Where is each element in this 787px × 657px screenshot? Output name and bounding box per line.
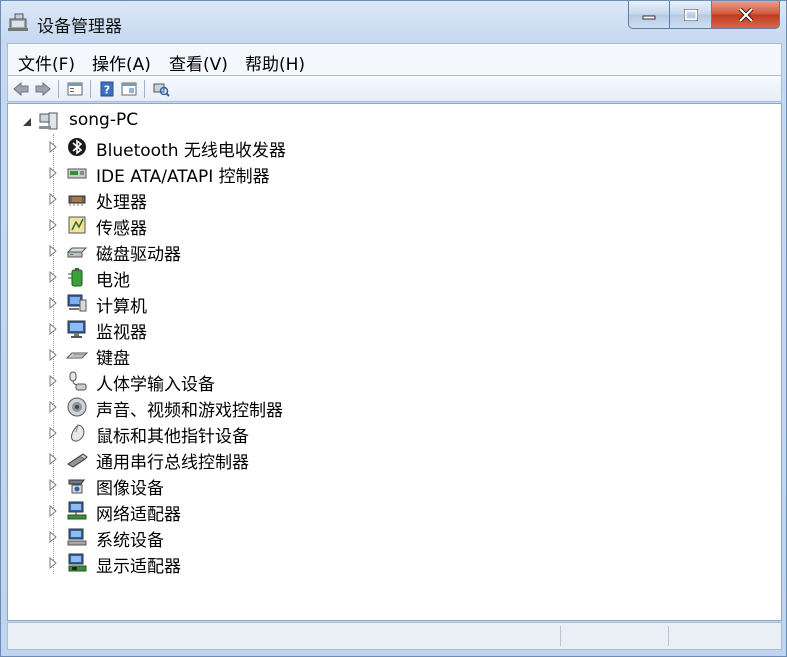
computer-root-icon: [39, 112, 58, 130]
properties-icon[interactable]: [66, 80, 84, 98]
menu-file[interactable]: 文件(F): [18, 50, 75, 75]
forward-arrow-icon[interactable]: [34, 80, 52, 98]
toolbar: ?: [7, 75, 782, 102]
tree-item-label[interactable]: 计算机: [96, 292, 147, 317]
display-adapter-icon: [68, 553, 87, 572]
title-bar[interactable]: 设备管理器: [1, 1, 786, 41]
expand-triangle-icon[interactable]: [48, 557, 58, 569]
expand-triangle-icon[interactable]: [48, 531, 58, 543]
processor-icon: [68, 195, 86, 206]
svg-text:?: ?: [104, 84, 110, 97]
scan-hardware-icon[interactable]: [152, 80, 170, 98]
device-manager-app-icon: [8, 13, 28, 31]
device-tree[interactable]: song-PC Bluetooth 无线电收发器 IDE ATA/ATAPI 控制…: [7, 103, 782, 621]
tree-item-label[interactable]: 鼠标和其他指针设备: [96, 422, 249, 447]
expand-triangle-icon[interactable]: [48, 375, 58, 387]
minimize-button[interactable]: [628, 1, 670, 29]
status-divider: [668, 626, 669, 646]
close-icon: [738, 7, 753, 22]
sensor-icon: [68, 216, 86, 234]
expand-triangle-icon[interactable]: [48, 427, 58, 439]
expand-triangle-icon[interactable]: [48, 349, 58, 361]
expand-triangle-icon[interactable]: [48, 505, 58, 517]
expand-triangle-icon[interactable]: [48, 245, 58, 257]
monitor-icon: [67, 320, 86, 338]
maximize-icon: [683, 8, 698, 21]
tree-item-label[interactable]: 人体学输入设备: [96, 370, 215, 395]
expand-triangle-icon[interactable]: [48, 141, 58, 153]
tree-item-label[interactable]: Bluetooth 无线电收发器: [96, 136, 286, 161]
tree-item-label[interactable]: 键盘: [96, 344, 130, 369]
update-driver-icon[interactable]: [120, 80, 138, 98]
expand-triangle-icon[interactable]: [48, 401, 58, 413]
sound-icon: [67, 397, 87, 417]
menu-bar: 文件(F) 操作(A) 查看(V) 帮助(H): [7, 43, 782, 75]
hid-icon: [69, 371, 87, 391]
toolbar-separator: [144, 80, 145, 98]
tree-root-label[interactable]: song-PC: [69, 110, 138, 130]
minimize-icon: [642, 15, 656, 19]
maximize-button[interactable]: [670, 1, 712, 29]
collapse-triangle-icon[interactable]: [22, 117, 32, 127]
back-arrow-icon[interactable]: [12, 80, 30, 98]
expand-triangle-icon[interactable]: [48, 193, 58, 205]
menu-help[interactable]: 帮助(H): [245, 50, 305, 75]
toolbar-separator: [90, 80, 91, 98]
tree-item-label[interactable]: 声音、视频和游戏控制器: [96, 396, 283, 421]
tree-item-label[interactable]: 通用串行总线控制器: [96, 448, 249, 473]
mouse-icon: [71, 424, 85, 442]
network-adapter-icon: [67, 501, 87, 520]
tree-item-label[interactable]: 磁盘驱动器: [96, 240, 181, 265]
window-title: 设备管理器: [37, 17, 122, 37]
tree-item-label[interactable]: IDE ATA/ATAPI 控制器: [96, 162, 270, 187]
tree-item-label[interactable]: 网络适配器: [96, 500, 181, 525]
expand-triangle-icon[interactable]: [48, 453, 58, 465]
computer-icon: [67, 294, 87, 312]
tree-item-label[interactable]: 显示适配器: [96, 552, 181, 577]
expand-triangle-icon[interactable]: [48, 297, 58, 309]
close-button[interactable]: [712, 1, 780, 29]
tree-item-label[interactable]: 处理器: [96, 188, 147, 213]
window-controls: [628, 1, 780, 29]
expand-triangle-icon[interactable]: [48, 271, 58, 283]
status-bar: [7, 622, 782, 650]
device-manager-window: 设备管理器 文件(F) 操作(A) 查看(V) 帮助(H) ? song-PC …: [0, 0, 787, 657]
usb-icon: [67, 453, 88, 468]
battery-icon: [68, 268, 83, 287]
disk-drive-icon: [66, 247, 88, 258]
status-divider: [560, 626, 561, 646]
expand-triangle-icon[interactable]: [48, 219, 58, 231]
tree-item-label[interactable]: 图像设备: [96, 474, 164, 499]
toolbar-separator: [58, 80, 59, 98]
tree-item-label[interactable]: 传感器: [96, 214, 147, 239]
tree-item-label[interactable]: 监视器: [96, 318, 147, 343]
menu-view[interactable]: 查看(V): [169, 50, 228, 75]
keyboard-icon: [66, 352, 88, 359]
expand-triangle-icon[interactable]: [48, 323, 58, 335]
expand-triangle-icon[interactable]: [48, 167, 58, 179]
ide-controller-icon: [67, 168, 87, 179]
menu-action[interactable]: 操作(A): [92, 50, 151, 75]
help-icon[interactable]: ?: [98, 80, 116, 98]
imaging-icon: [68, 479, 85, 494]
bluetooth-icon: [68, 138, 86, 156]
expand-triangle-icon[interactable]: [48, 479, 58, 491]
system-device-icon: [67, 528, 87, 546]
tree-item-label[interactable]: 电池: [96, 266, 130, 291]
tree-item-label[interactable]: 系统设备: [96, 526, 164, 551]
